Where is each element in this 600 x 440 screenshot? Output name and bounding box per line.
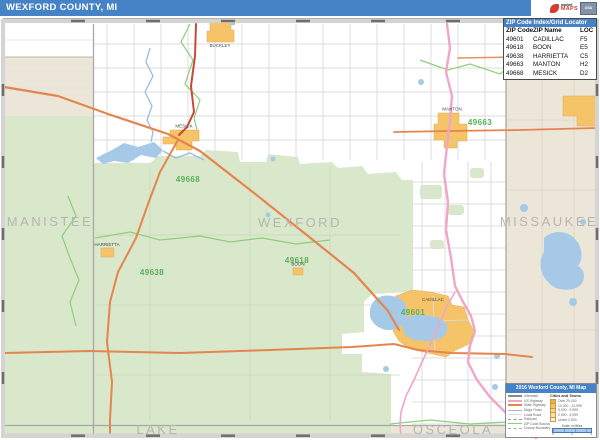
town-harrietta <box>101 248 114 257</box>
forest-patch <box>448 205 464 215</box>
city-label-boon: BOON <box>291 262 304 267</box>
legend-title: 2016 Wexford County, MI Map <box>506 384 596 393</box>
zip-label-49668: 49668 <box>176 175 200 184</box>
title-bar: WEXFORD COUNTY, MI <box>0 0 531 16</box>
legend-city-item: Under 2,500 <box>550 417 594 422</box>
legend-road-list: InterstateUS HighwayState HighwayMajor R… <box>508 394 550 437</box>
scale-ticks: 024 <box>552 433 592 437</box>
county-label-manistee: MANISTEE <box>7 214 93 229</box>
zip-table-row: 49618BOONE5 <box>504 44 596 53</box>
city-label-cadillac: CADILLAC <box>422 297 445 302</box>
missaukee-osceola-area <box>506 24 596 436</box>
map-page: MANISTEE WEXFORD MISSAUKEE LAKE OSCEOLA … <box>0 0 600 440</box>
city-label-mesick: MESICK <box>175 124 192 129</box>
zip-label-49663: 49663 <box>468 118 492 127</box>
county-label-osceola: OSCEOLA <box>413 422 493 437</box>
town-buckley <box>207 21 234 42</box>
city-label-manton: MANTON <box>442 107 461 112</box>
zip-table-row: 49638HARRIETTAC5 <box>504 53 596 62</box>
zip-table-header-row: ZIP Code ZIP Name LOC <box>504 27 596 36</box>
city-label-buckley: BUCKLEY <box>209 43 230 48</box>
forest-patch <box>420 185 442 199</box>
county-label-wexford: WEXFORD <box>258 215 342 230</box>
zip-label-49601: 49601 <box>401 308 425 317</box>
zip-label-49638: 49638 <box>140 268 164 277</box>
zip-table-col-loc: LOC <box>580 27 594 36</box>
page-title: WEXFORD COUNTY, MI <box>0 0 531 16</box>
town-boon <box>293 268 303 275</box>
logo-mark-icon <box>550 4 559 13</box>
logo-badge: USA <box>580 2 597 15</box>
forest-patch <box>470 168 484 178</box>
county-label-missaukee: MISSAUKEE <box>500 214 598 229</box>
zip-table-rows: 49601CADILLACF549618BOONE549638HARRIETTA… <box>504 36 596 79</box>
zip-table-row: 49663MANTONH2 <box>504 61 596 70</box>
legend-city-list: Over 25,00010,000 - 24,9995,000 - 9,9992… <box>550 399 594 422</box>
map-legend: 2016 Wexford County, MI Map InterstateUS… <box>505 383 597 438</box>
neighbor-county-area <box>4 57 93 116</box>
zip-table-row: 49601CADILLACF5 <box>504 36 596 45</box>
marketmaps-logo: market MAPS USA <box>531 0 600 16</box>
zip-table-col-name: ZIP Name <box>533 27 580 36</box>
city-label-harrietta: HARRIETTA <box>94 242 119 247</box>
legend-road-item: County Boundary <box>508 426 550 431</box>
zip-table-col-zip: ZIP Code <box>506 27 533 36</box>
county-label-lake: LAKE <box>136 422 179 437</box>
zip-table-row: 49668MESICKD2 <box>504 70 596 79</box>
logo-text-main: MAPS <box>561 7 578 13</box>
zip-index-table: ZIP Code Index/Grid Locator ZIP Code ZIP… <box>503 18 597 80</box>
scale-box: Scale in Miles 024 <box>550 424 594 437</box>
zip-table-title: ZIP Code Index/Grid Locator <box>504 19 596 27</box>
